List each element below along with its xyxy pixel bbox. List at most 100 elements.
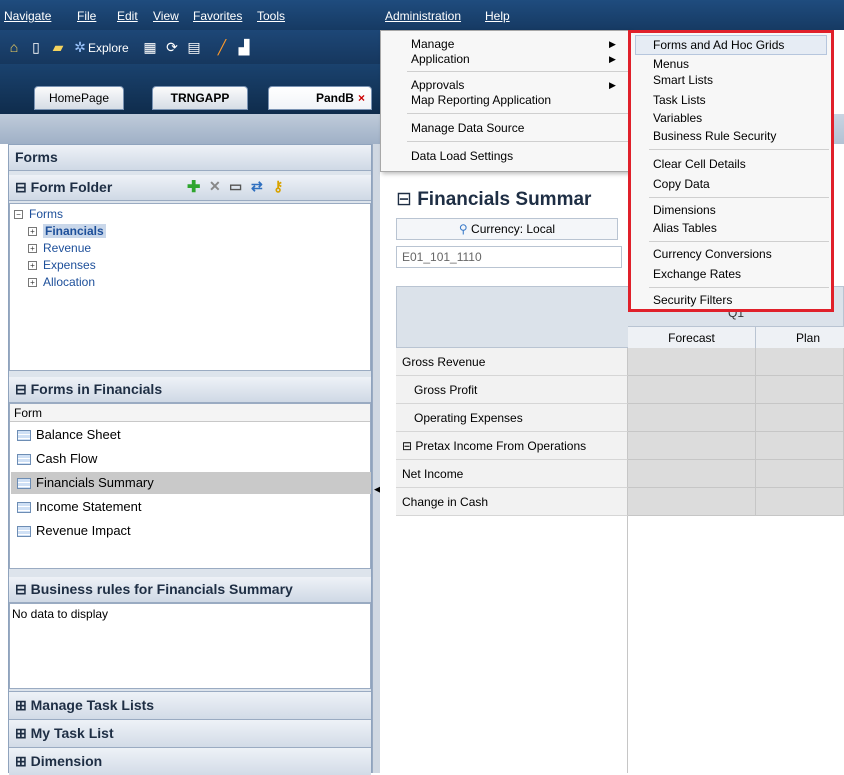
form-column-header: Form	[10, 404, 370, 422]
pov-entity-field[interactable]: E01_101_1110	[396, 246, 622, 268]
menu-item-application[interactable]: Application	[411, 52, 470, 66]
rename-icon[interactable]: ▭	[229, 178, 242, 195]
manage-submenu: Forms and Ad Hoc Grids Menus Smart Lists…	[628, 30, 834, 312]
form-icon	[17, 502, 31, 514]
tab-homepage[interactable]: HomePage	[34, 86, 124, 110]
submenu-currency-conversions[interactable]: Currency Conversions	[653, 247, 772, 261]
grid-cell[interactable]	[756, 348, 844, 376]
form-item-cash-flow[interactable]: Cash Flow	[11, 448, 371, 470]
edit-pencil-icon[interactable]: ╱	[214, 39, 230, 55]
menu-view[interactable]: View	[153, 9, 179, 23]
menu-item-map-reporting[interactable]: Map Reporting Application	[411, 93, 551, 107]
menu-item-approvals[interactable]: Approvals	[411, 78, 464, 92]
menu-item-manage[interactable]: Manage	[411, 37, 454, 51]
submenu-arrow-icon: ▶	[609, 39, 616, 49]
dimension-panel[interactable]: ⊞ Dimension	[9, 747, 371, 775]
submenu-alias-tables[interactable]: Alias Tables	[653, 221, 717, 235]
grid-cell[interactable]	[756, 488, 844, 516]
submenu-exchange-rates[interactable]: Exchange Rates	[653, 267, 741, 281]
tab-strip: HomePage TRNGAPP PandB ×	[0, 64, 380, 114]
chart-icon[interactable]: ▟	[236, 39, 252, 55]
submenu-dimensions[interactable]: Dimensions	[653, 203, 716, 217]
submenu-variables[interactable]: Variables	[653, 111, 702, 125]
forms-in-financials-header[interactable]: ⊟ Forms in Financials	[9, 377, 371, 403]
form-item-balance-sheet[interactable]: Balance Sheet	[11, 424, 371, 446]
refresh-icon[interactable]: ⟳	[164, 39, 180, 55]
submenu-task-lists[interactable]: Task Lists	[653, 93, 706, 107]
submenu-arrow-icon: ▶	[609, 54, 616, 64]
grid-row-operating-expenses: Operating Expenses	[396, 404, 628, 432]
home-icon[interactable]: ⌂	[6, 39, 22, 55]
tab-pandb[interactable]: PandB ×	[268, 86, 372, 110]
form-icon	[17, 430, 31, 442]
submenu-business-rule-security[interactable]: Business Rule Security	[653, 129, 776, 143]
form-item-income-statement[interactable]: Income Statement	[11, 496, 371, 518]
composite-form-icon	[17, 526, 31, 538]
menu-file[interactable]: File	[77, 9, 96, 23]
move-icon[interactable]: ⇄	[251, 178, 263, 195]
submenu-copy-data[interactable]: Copy Data	[653, 177, 710, 191]
submenu-arrow-icon: ▶	[609, 80, 616, 90]
close-tab-icon[interactable]: ×	[358, 91, 365, 105]
submenu-menus[interactable]: Menus	[653, 57, 689, 71]
form-folder-tree: − Forms + Financials + Revenue + Expenses + A…	[9, 203, 371, 371]
grid-row-net-income: Net Income	[396, 460, 628, 488]
grid-cell[interactable]	[756, 404, 844, 432]
form-icon	[17, 478, 31, 490]
grid-cell[interactable]	[756, 432, 844, 460]
tree-item-allocation[interactable]: + Allocation	[28, 275, 95, 289]
explore-label[interactable]: Explore	[88, 41, 129, 55]
grid-cell[interactable]	[628, 460, 756, 488]
grid-row-pretax-income[interactable]: ⊟ Pretax Income From Operations	[396, 432, 628, 460]
submenu-forms-ad-hoc-grids[interactable]: Forms and Ad Hoc Grids	[635, 35, 827, 55]
grid-row-gross-revenue: Gross Revenue	[396, 348, 628, 376]
new-document-icon[interactable]: ▯	[28, 39, 44, 55]
form-item-financials-summary[interactable]: Financials Summary	[11, 472, 371, 494]
explore-icon[interactable]: ✲	[72, 39, 88, 55]
form-item-revenue-impact[interactable]: Revenue Impact	[11, 520, 371, 542]
delete-icon[interactable]: ✕	[209, 178, 221, 195]
menu-tools[interactable]: Tools	[257, 9, 285, 23]
toolbar: ⌂ ▯ ▰ ✲ Explore ▦ ⟳ ▤ ╱ ▟	[0, 30, 380, 64]
print-icon[interactable]: ▤	[186, 39, 202, 55]
currency-icon: ⚲	[458, 222, 472, 236]
grid-cell[interactable]	[628, 348, 756, 376]
grid-row-gross-profit: Gross Profit	[396, 376, 628, 404]
grid-cell[interactable]	[756, 376, 844, 404]
submenu-security-filters[interactable]: Security Filters	[653, 293, 732, 307]
tree-item-financials[interactable]: + Financials	[28, 224, 106, 238]
submenu-clear-cell-details[interactable]: Clear Cell Details	[653, 157, 746, 171]
grid-cell[interactable]	[628, 488, 756, 516]
business-rules-header[interactable]: ⊟ Business rules for Financials Summary	[9, 577, 371, 603]
menu-help[interactable]: Help	[485, 9, 510, 23]
menu-item-manage-data-source[interactable]: Manage Data Source	[411, 121, 524, 135]
grid-cell[interactable]	[756, 460, 844, 488]
menu-edit[interactable]: Edit	[117, 9, 138, 23]
tab-trngapp[interactable]: TRNGAPP	[152, 86, 248, 110]
menu-administration[interactable]: Administration	[385, 9, 461, 23]
grid-cell[interactable]	[628, 404, 756, 432]
grid-cell[interactable]	[628, 376, 756, 404]
panel-splitter[interactable]: ◀	[372, 144, 381, 773]
assign-access-icon[interactable]: ⚷	[273, 178, 283, 195]
submenu-smart-lists[interactable]: Smart Lists	[653, 73, 713, 87]
manage-task-lists-panel[interactable]: ⊞ Manage Task Lists	[9, 691, 371, 719]
add-icon[interactable]: ✚	[187, 177, 200, 197]
grid-row-spacer	[396, 516, 628, 773]
grid-icon[interactable]: ▦	[142, 39, 158, 55]
tree-item-expenses[interactable]: + Expenses	[28, 258, 96, 272]
forms-list: Form Balance Sheet Cash Flow Financials …	[9, 403, 371, 569]
grid-cell[interactable]	[628, 432, 756, 460]
menu-item-data-load-settings[interactable]: Data Load Settings	[411, 149, 513, 163]
tree-item-revenue[interactable]: + Revenue	[28, 241, 91, 255]
currency-selector[interactable]: ⚲ Currency: Local	[396, 218, 618, 240]
my-task-list-panel[interactable]: ⊞ My Task List	[9, 719, 371, 747]
menu-navigate[interactable]: Navigate	[4, 9, 51, 23]
left-panel: Forms ⊟ Form Folder ✚ ✕ ▭ ⇄ ⚷ − Forms + Fi…	[8, 144, 372, 775]
collapse-icon[interactable]: ⊟	[15, 179, 31, 195]
open-folder-icon[interactable]: ▰	[50, 39, 66, 55]
grid-row-change-in-cash: Change in Cash	[396, 488, 628, 516]
tree-item-forms[interactable]: − Forms	[14, 207, 63, 221]
form-folder-header[interactable]: ⊟ Form Folder ✚ ✕ ▭ ⇄ ⚷	[9, 175, 371, 201]
menu-favorites[interactable]: Favorites	[193, 9, 242, 23]
